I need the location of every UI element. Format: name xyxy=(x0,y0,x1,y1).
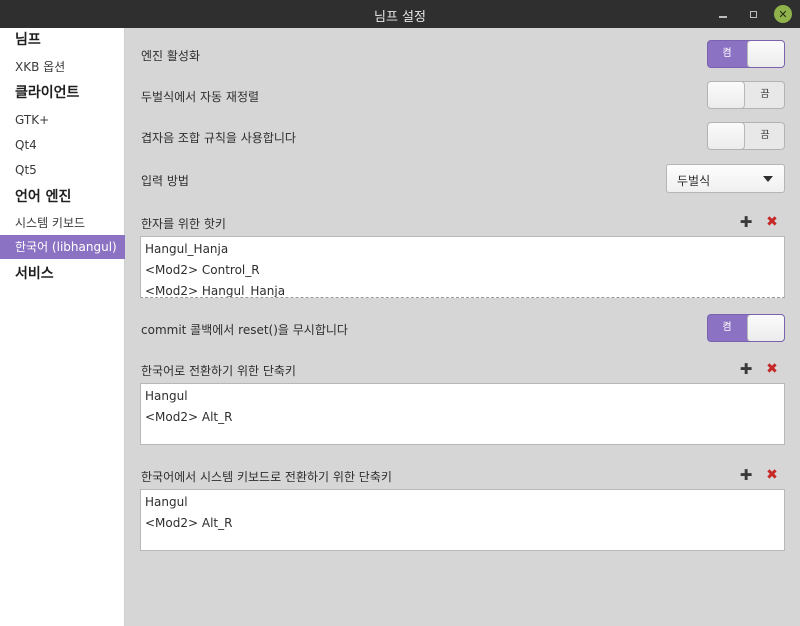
compose-rule-switch[interactable]: 끔 xyxy=(707,122,785,150)
switch-knob xyxy=(708,82,745,108)
sidebar-item-xkb-options[interactable]: XKB 옵션 xyxy=(0,55,125,79)
list-item[interactable]: Hangul_Hanja xyxy=(141,239,784,260)
remove-icon[interactable]: ✖ xyxy=(765,214,779,230)
close-icon[interactable]: ✕ xyxy=(774,5,792,23)
sidebar-item-qt4[interactable]: Qt4 xyxy=(0,133,125,157)
sidebar-header-services[interactable]: 서비스 xyxy=(0,262,125,286)
remove-icon[interactable]: ✖ xyxy=(765,361,779,377)
input-method-dropdown[interactable]: 두벌식 xyxy=(666,164,785,193)
list-item[interactable]: <Mod2> Hangul_Hanja xyxy=(141,281,784,297)
list-item[interactable]: <Mod2> Alt_R xyxy=(141,407,784,428)
list-item[interactable]: Hangul xyxy=(141,386,784,407)
hanja-hotkeys-label: 한자를 위한 핫키 xyxy=(141,217,226,231)
list-item[interactable]: Hangul xyxy=(141,492,784,513)
sidebar-item-qt5[interactable]: Qt5 xyxy=(0,158,125,182)
list-item[interactable]: <Mod2> Alt_R xyxy=(141,513,784,534)
switch-knob xyxy=(708,123,745,149)
sidebar-item-korean-libhangul[interactable]: 한국어 (libhangul) xyxy=(0,235,125,259)
engine-active-state: 켬 xyxy=(722,48,732,59)
engine-active-label: 엔진 활성화 xyxy=(141,49,201,63)
list-item[interactable]: <Mod2> Control_R xyxy=(141,260,784,281)
system-switch-keys-label: 한국어에서 시스템 키보드로 전환하기 위한 단축키 xyxy=(141,470,392,484)
korean-switch-keys-label: 한국어로 전환하기 위한 단축키 xyxy=(141,364,296,378)
compose-rule-label: 겹자음 조합 규칙을 사용합니다 xyxy=(141,131,296,145)
switch-knob xyxy=(747,315,784,341)
system-switch-keys-list[interactable]: Hangul <Mod2> Alt_R xyxy=(140,489,785,551)
settings-panel: 엔진 활성화 켬 두벌식에서 자동 재정렬 끔 겹자음 조합 규칙을 사용합니다… xyxy=(126,28,800,626)
auto-reorder-switch[interactable]: 끔 xyxy=(707,81,785,109)
input-method-label: 입력 방법 xyxy=(141,174,189,188)
maximize-icon[interactable] xyxy=(744,5,762,23)
engine-active-switch[interactable]: 켬 xyxy=(707,40,785,68)
ignore-reset-switch[interactable]: 켬 xyxy=(707,314,785,342)
ignore-reset-state: 켬 xyxy=(722,322,732,333)
sidebar-header-language-engine[interactable]: 언어 엔진 xyxy=(0,185,125,209)
sidebar: 님프 XKB 옵션 클라이언트 GTK+ Qt4 Qt5 언어 엔진 시스템 키… xyxy=(0,28,125,626)
title-bar: 님프 설정 ✕ xyxy=(0,0,800,28)
ignore-reset-label: commit 콜백에서 reset()을 무시합니다 xyxy=(141,323,348,337)
add-icon[interactable]: ✚ xyxy=(739,360,753,378)
window-title: 님프 설정 xyxy=(374,10,426,25)
korean-switch-keys-list[interactable]: Hangul <Mod2> Alt_R xyxy=(140,383,785,445)
add-icon[interactable]: ✚ xyxy=(739,213,753,231)
remove-icon[interactable]: ✖ xyxy=(765,467,779,483)
sidebar-header-client[interactable]: 클라이언트 xyxy=(0,81,125,105)
sidebar-item-system-keyboard[interactable]: 시스템 키보드 xyxy=(0,211,125,235)
chevron-down-icon xyxy=(763,176,773,182)
sidebar-item-gtk[interactable]: GTK+ xyxy=(0,108,125,132)
compose-rule-state: 끔 xyxy=(760,130,770,141)
minimize-icon[interactable] xyxy=(714,5,732,23)
switch-knob xyxy=(747,41,784,67)
sidebar-header-nimf[interactable]: 님프 xyxy=(0,28,125,52)
add-icon[interactable]: ✚ xyxy=(739,466,753,484)
auto-reorder-state: 끔 xyxy=(760,89,770,100)
hanja-hotkeys-list[interactable]: Hangul_Hanja <Mod2> Control_R <Mod2> Han… xyxy=(140,236,785,298)
auto-reorder-label: 두벌식에서 자동 재정렬 xyxy=(141,90,260,104)
input-method-value: 두벌식 xyxy=(677,174,711,188)
